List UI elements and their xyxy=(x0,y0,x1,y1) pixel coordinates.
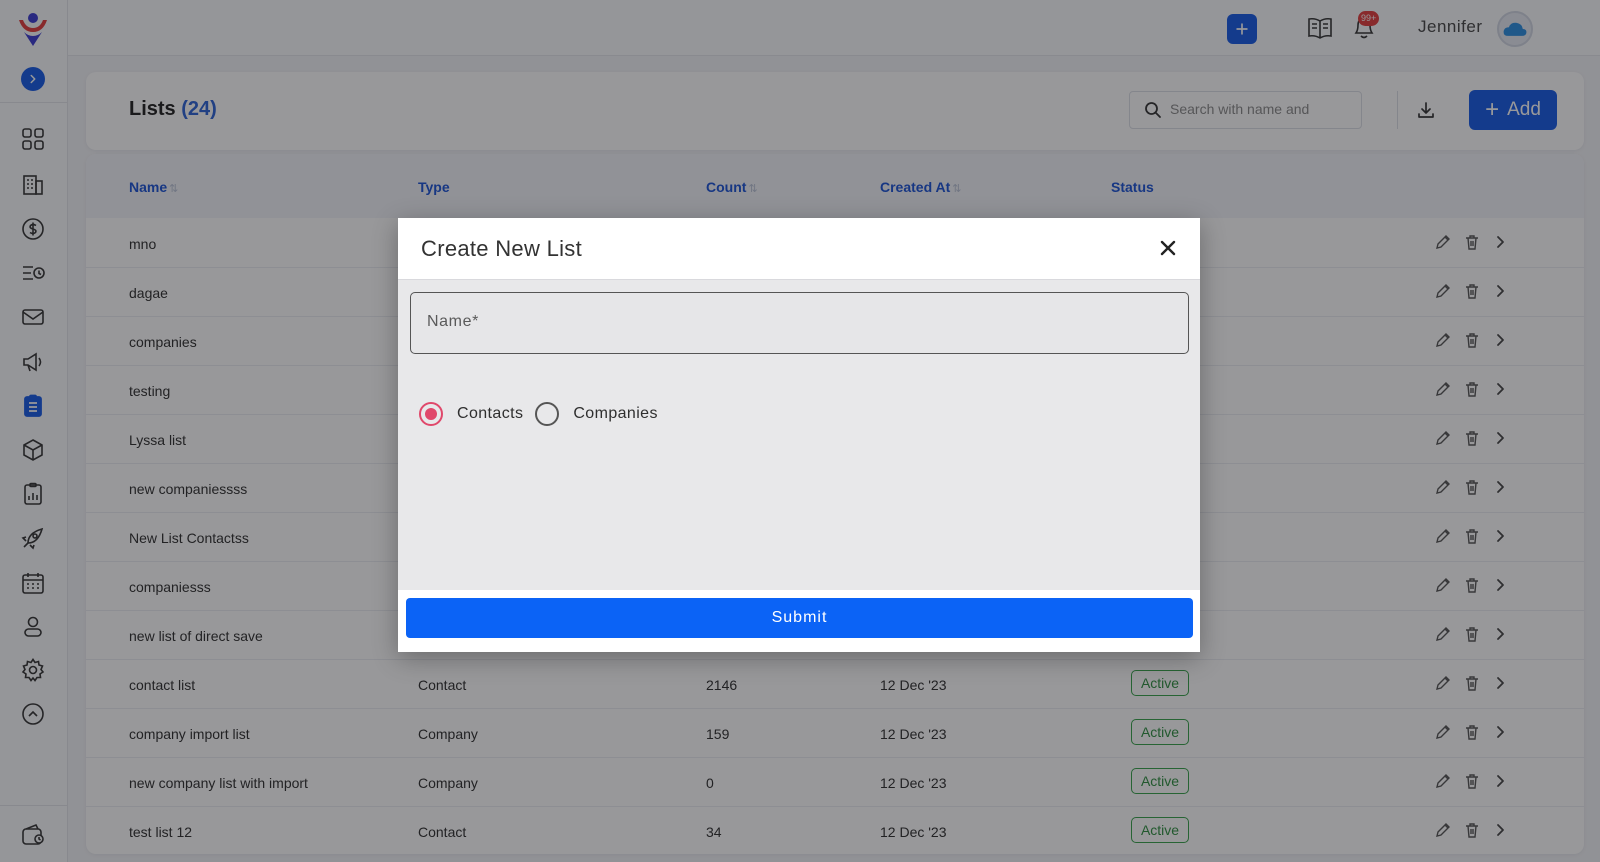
name-input[interactable] xyxy=(427,313,1167,331)
modal-header: Create New List xyxy=(398,218,1200,280)
modal-footer: Submit xyxy=(398,590,1200,652)
radio-label-contacts[interactable]: Contacts xyxy=(457,405,523,423)
create-list-modal: Create New List Contacts Companies Submi… xyxy=(398,218,1200,652)
radio-contacts[interactable] xyxy=(419,402,443,426)
radio-label-companies[interactable]: Companies xyxy=(573,405,658,423)
radio-dot xyxy=(425,408,437,420)
submit-button[interactable]: Submit xyxy=(406,598,1193,638)
list-type-radio-group: Contacts Companies xyxy=(419,400,670,428)
name-field[interactable] xyxy=(410,292,1189,354)
modal-title: Create New List xyxy=(421,236,583,261)
radio-companies[interactable] xyxy=(535,402,560,426)
close-icon xyxy=(1160,240,1176,256)
close-button[interactable] xyxy=(1156,236,1180,260)
